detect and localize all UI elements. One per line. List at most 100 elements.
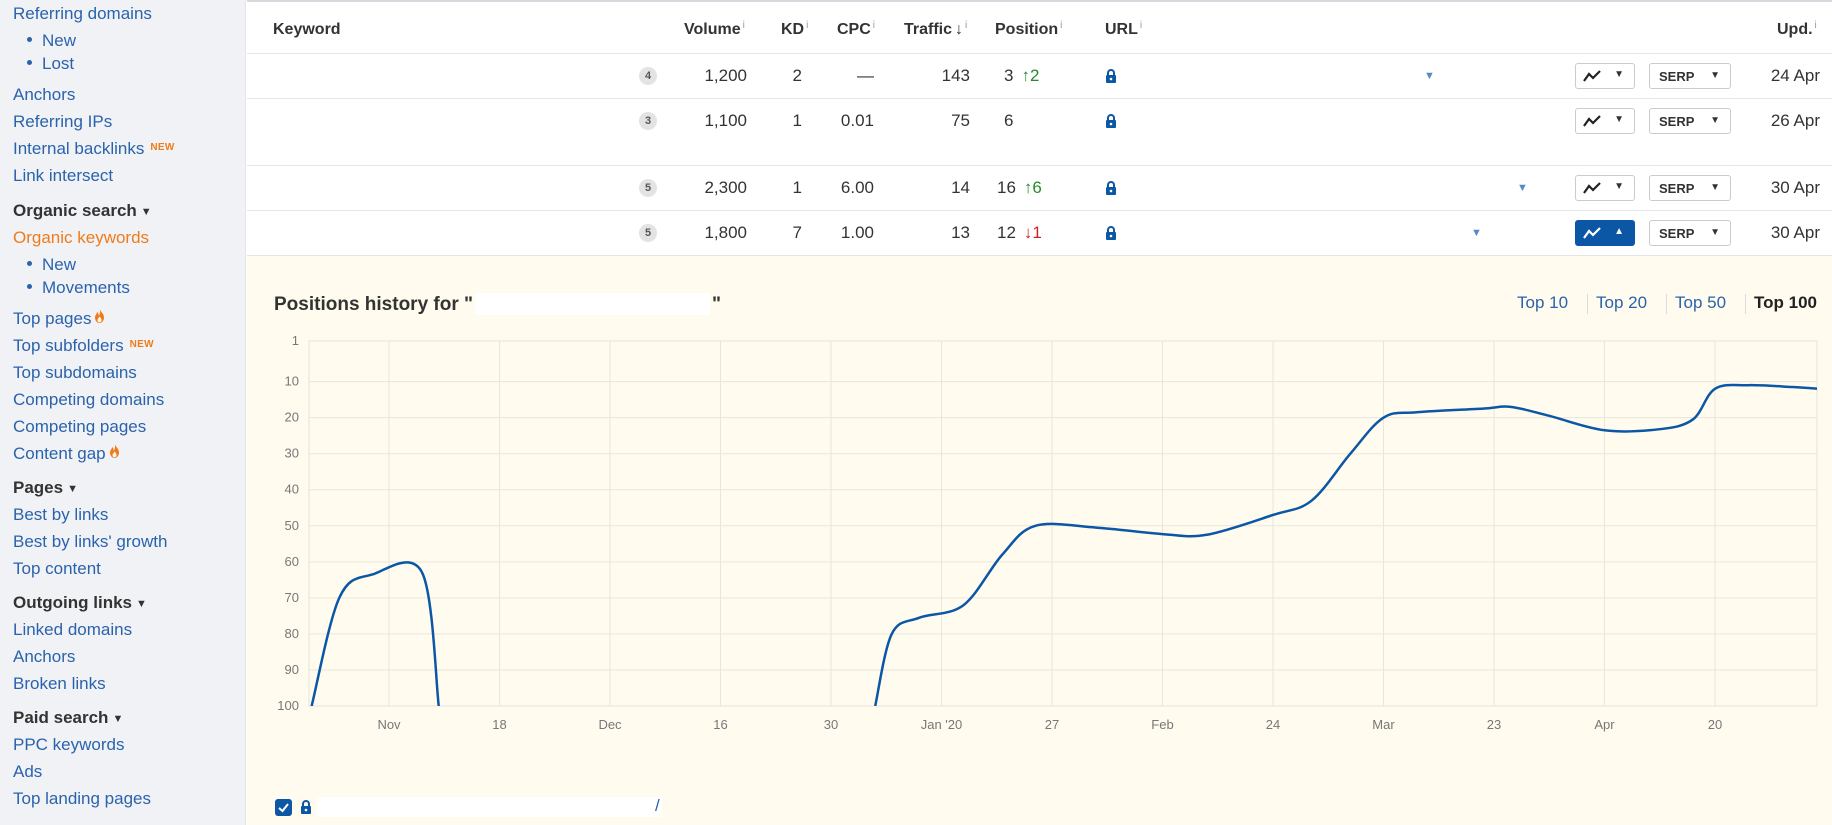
keyword-redacted[interactable] xyxy=(273,68,433,80)
sidebar-item-label: Internal backlinks xyxy=(13,139,145,158)
sidebar-item-referring-domains-lost[interactable]: Lost xyxy=(27,54,74,74)
sidebar-item-referring-ips[interactable]: Referring IPs xyxy=(13,112,112,132)
column-header-position[interactable]: Position i xyxy=(995,20,1062,39)
info-icon[interactable]: i xyxy=(1060,20,1062,31)
serp-features-count[interactable]: 5 xyxy=(639,179,657,197)
y-tick-label: 60 xyxy=(285,554,299,569)
sidebar-item-content-gap[interactable]: Content gap xyxy=(13,442,120,465)
info-icon[interactable]: i xyxy=(965,20,967,31)
serp-button[interactable]: SERP ▼ xyxy=(1649,63,1731,89)
sidebar-item-top-subdomains[interactable]: Top subdomains xyxy=(13,363,137,383)
trend-line-icon xyxy=(1583,227,1601,239)
sidebar-item-competing-domains[interactable]: Competing domains xyxy=(13,390,164,410)
updated-date: 26 Apr xyxy=(1770,111,1820,130)
sidebar-item-internal-backlinks[interactable]: Internal backlinks NEW xyxy=(13,139,175,159)
url-checkbox[interactable] xyxy=(275,799,292,816)
column-header-traffic[interactable]: Traffic ↓ i xyxy=(904,20,967,39)
tab-top-100[interactable]: Top 100 xyxy=(1754,293,1817,313)
info-icon[interactable]: i xyxy=(743,20,745,31)
chart-toggle-button-active[interactable]: ▲ xyxy=(1575,220,1635,246)
x-tick-label: Feb xyxy=(1151,717,1173,732)
new-badge: NEW xyxy=(150,142,175,153)
sidebar-item-organic-keywords[interactable]: Organic keywords xyxy=(13,228,149,248)
new-badge: NEW xyxy=(129,339,154,350)
tab-top-20[interactable]: Top 20 xyxy=(1596,293,1647,313)
sidebar-section-paid-search[interactable]: Paid search ▼ xyxy=(13,708,123,728)
section-label: Organic search xyxy=(13,201,137,220)
sidebar-section-pages[interactable]: Pages ▼ xyxy=(13,478,78,498)
tab-top-50[interactable]: Top 50 xyxy=(1675,293,1726,313)
caret-down-icon: ▼ xyxy=(1614,69,1624,80)
header-label: URL xyxy=(1105,21,1138,38)
y-tick-label: 30 xyxy=(285,446,299,461)
y-tick-label: 70 xyxy=(285,590,299,605)
sidebar-section-outgoing-links[interactable]: Outgoing links ▼ xyxy=(13,593,147,613)
table-row: 5 2,300 1 6.00 14 16 ↑6 ▼ ▼ SERP ▼ 30 Apr xyxy=(247,165,1832,210)
url-suffix[interactable]: / xyxy=(655,796,660,816)
dropdown-triangle-icon[interactable]: ▼ xyxy=(1517,182,1528,194)
sidebar: Referring domains New Lost Anchors Refer… xyxy=(0,0,246,825)
column-header-keyword[interactable]: Keyword xyxy=(273,21,341,39)
sidebar-item-label: Ads xyxy=(13,762,43,781)
x-tick-label: 27 xyxy=(1045,717,1059,732)
column-header-cpc[interactable]: CPC i xyxy=(837,20,875,39)
serp-label: SERP xyxy=(1659,181,1695,196)
tab-top-10[interactable]: Top 10 xyxy=(1517,293,1568,313)
sidebar-item-linked-domains[interactable]: Linked domains xyxy=(13,620,132,640)
y-tick-label: 100 xyxy=(277,698,299,713)
column-header-url[interactable]: URL i xyxy=(1105,20,1142,39)
volume-value: 1,100 xyxy=(704,111,747,130)
sidebar-item-best-by-links[interactable]: Best by links xyxy=(13,505,108,525)
column-header-kd[interactable]: KD i xyxy=(781,20,808,39)
sidebar-item-organic-keywords-new[interactable]: New xyxy=(27,255,76,275)
sidebar-item-top-landing-pages[interactable]: Top landing pages xyxy=(13,789,151,809)
chart-toggle-button[interactable]: ▼ xyxy=(1575,108,1635,134)
sidebar-item-ads[interactable]: Ads xyxy=(13,762,42,782)
sidebar-item-organic-keywords-movements[interactable]: Movements xyxy=(27,278,130,298)
traffic-value: 143 xyxy=(941,66,970,85)
serp-features-count[interactable]: 4 xyxy=(639,67,657,85)
keyword-redacted xyxy=(475,293,711,315)
sidebar-item-label: Content gap xyxy=(13,444,106,463)
info-icon[interactable]: i xyxy=(806,20,808,31)
sidebar-item-label: Top subdomains xyxy=(13,363,137,382)
sidebar-item-top-content[interactable]: Top content xyxy=(13,559,101,579)
column-header-volume[interactable]: Volume i xyxy=(684,20,745,39)
sidebar-item-anchors[interactable]: Anchors xyxy=(13,85,75,105)
url-redacted[interactable] xyxy=(317,797,662,817)
sidebar-item-outgoing-anchors[interactable]: Anchors xyxy=(13,647,75,667)
x-tick-label: Dec xyxy=(598,717,622,732)
sidebar-item-label: New xyxy=(42,31,77,50)
info-icon[interactable]: i xyxy=(1140,20,1142,31)
sidebar-item-broken-links[interactable]: Broken links xyxy=(13,674,106,694)
sidebar-section-organic-search[interactable]: Organic search ▼ xyxy=(13,201,152,221)
chart-toggle-button[interactable]: ▼ xyxy=(1575,63,1635,89)
dropdown-triangle-icon[interactable]: ▼ xyxy=(1424,70,1435,82)
sidebar-item-top-pages[interactable]: Top pages xyxy=(13,307,105,330)
sidebar-item-best-by-links-growth[interactable]: Best by links' growth xyxy=(13,532,167,552)
serp-button[interactable]: SERP ▼ xyxy=(1649,220,1731,246)
dropdown-triangle-icon[interactable]: ▼ xyxy=(1471,227,1482,239)
info-icon[interactable]: i xyxy=(873,20,875,31)
x-tick-label: 30 xyxy=(824,717,838,732)
sidebar-item-referring-domains[interactable]: Referring domains xyxy=(13,4,152,24)
y-tick-label: 40 xyxy=(285,482,299,497)
serp-button[interactable]: SERP ▼ xyxy=(1649,175,1731,201)
chart-toggle-button[interactable]: ▼ xyxy=(1575,175,1635,201)
sidebar-item-label: Movements xyxy=(42,278,130,297)
sidebar-item-competing-pages[interactable]: Competing pages xyxy=(13,417,146,437)
sidebar-item-referring-domains-new[interactable]: New xyxy=(27,31,76,51)
y-tick-label: 1 xyxy=(292,333,299,348)
x-tick-label: Apr xyxy=(1594,717,1615,732)
sidebar-item-link-intersect[interactable]: Link intersect xyxy=(13,166,113,186)
sidebar-item-top-subfolders[interactable]: Top subfolders NEW xyxy=(13,336,154,356)
sidebar-item-label: Referring domains xyxy=(13,4,152,23)
serp-button[interactable]: SERP ▼ xyxy=(1649,108,1731,134)
caret-down-icon: ▼ xyxy=(112,713,124,725)
column-header-updated[interactable]: Upd. i xyxy=(1777,20,1817,39)
sidebar-item-ppc-keywords[interactable]: PPC keywords xyxy=(13,735,124,755)
info-icon[interactable]: i xyxy=(1815,20,1817,31)
kd-value: 2 xyxy=(792,66,802,85)
serp-features-count[interactable]: 5 xyxy=(639,224,657,242)
serp-features-count[interactable]: 3 xyxy=(639,112,657,130)
